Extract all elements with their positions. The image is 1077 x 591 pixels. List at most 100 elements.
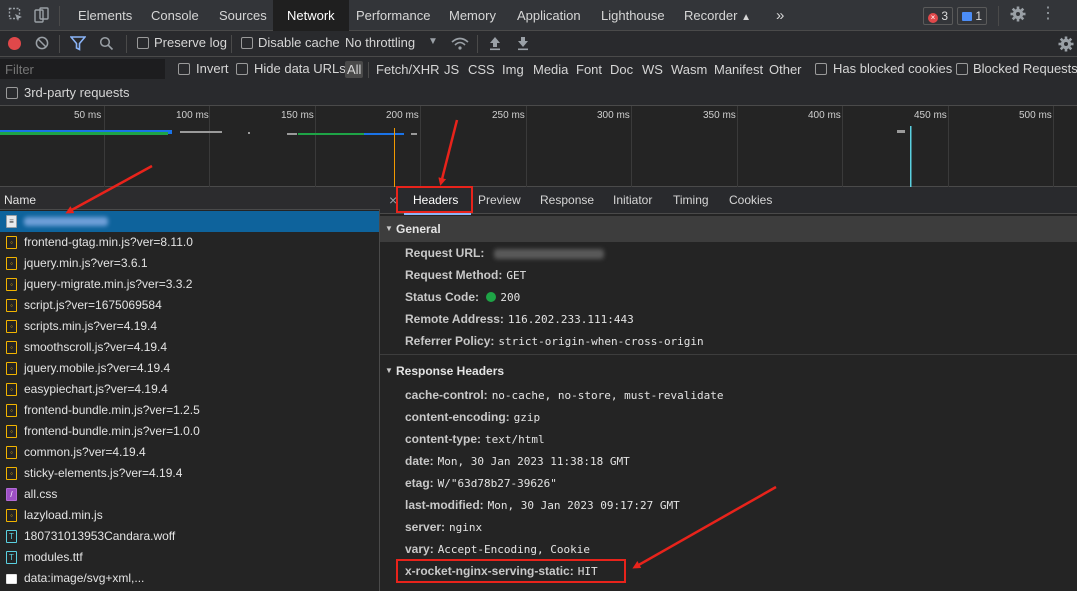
tab-recorder-label: Recorder (684, 8, 738, 23)
export-har-icon[interactable] (516, 36, 530, 54)
header-value: strict-origin-when-cross-origin (498, 335, 704, 348)
type-filter-manifest[interactable]: Manifest (712, 61, 765, 78)
hide-data-urls-checkbox[interactable] (236, 63, 248, 75)
request-row[interactable]: T 180731013953Candara.woff (0, 526, 379, 547)
type-filter-css[interactable]: CSS (466, 61, 497, 78)
js-file-icon: ◦ (6, 257, 17, 270)
header-key: etag: (405, 476, 434, 490)
blocked-requests-checkbox[interactable] (956, 63, 968, 75)
type-filter-fetch-xhr[interactable]: Fetch/XHR (374, 61, 442, 78)
general-section-header[interactable]: ▼ General (380, 216, 1077, 242)
disable-cache-checkbox[interactable] (241, 37, 253, 49)
header-value: text/html (485, 433, 545, 446)
header-key: date: (405, 454, 434, 468)
request-row[interactable]: ◦ scripts.min.js?ver=4.19.4 (0, 316, 379, 337)
tab-elements[interactable]: Elements (78, 0, 132, 31)
filter-input[interactable] (0, 59, 165, 79)
invert-label: Invert (196, 61, 229, 76)
record-button[interactable] (8, 37, 21, 50)
type-filter-js[interactable]: JS (442, 61, 461, 78)
request-row[interactable]: ◦ jquery.mobile.js?ver=4.19.4 (0, 358, 379, 379)
tab-recorder[interactable]: Recorder ▲ (684, 0, 751, 31)
css-file-icon: / (6, 488, 17, 501)
request-row[interactable]: ◦ frontend-gtag.min.js?ver=8.11.0 (0, 232, 379, 253)
network-overview-timeline[interactable]: 50 ms 100 ms 150 ms 200 ms 250 ms 300 ms… (0, 106, 1077, 187)
js-file-icon: ◦ (6, 404, 17, 417)
request-row[interactable]: ◦ smoothscroll.js?ver=4.19.4 (0, 337, 379, 358)
disable-cache-label: Disable cache (258, 35, 340, 50)
invert-checkbox[interactable] (178, 63, 190, 75)
request-name: scripts.min.js?ver=4.19.4 (24, 319, 158, 333)
response-header-row: last-modified: Mon, 30 Jan 2023 09:17:27 … (405, 498, 680, 512)
filter-funnel-icon[interactable] (69, 36, 87, 54)
tab-memory[interactable]: Memory (449, 0, 496, 31)
blocked-requests-label: Blocked Requests (973, 61, 1077, 76)
request-row[interactable]: Tmodules.ttf (0, 547, 379, 568)
response-headers-section-header[interactable]: ▼ Response Headers (380, 358, 1077, 384)
divider (998, 6, 999, 26)
request-row[interactable]: ◦ easypiechart.js?ver=4.19.4 (0, 379, 379, 400)
tab-cookies[interactable]: Cookies (729, 193, 772, 207)
type-filter-media[interactable]: Media (531, 61, 570, 78)
request-url-row: Request URL: (405, 246, 604, 260)
request-list: Name ≡ ◦ frontend-gtag.min.js?ver=8.11.0 ◦ j… (0, 187, 380, 591)
tab-network[interactable]: Network (273, 0, 349, 31)
tab-response[interactable]: Response (540, 193, 594, 207)
chevron-down-icon[interactable]: ▼ (428, 36, 438, 47)
device-toolbar-icon[interactable] (34, 7, 50, 26)
inspect-element-icon[interactable] (8, 7, 24, 26)
tab-sources[interactable]: Sources (219, 0, 267, 31)
network-conditions-wifi-icon[interactable] (451, 37, 469, 54)
request-row[interactable]: ◦ script.js?ver=1675069584 (0, 295, 379, 316)
response-header-row: content-encoding: gzip (405, 410, 540, 424)
name-column-header[interactable]: Name (0, 187, 380, 210)
request-row[interactable]: / all.css (0, 484, 379, 505)
request-details-panel: × Headers Preview Response Initiator Tim… (380, 187, 1077, 591)
request-name: 180731013953Candara.woff (24, 529, 176, 543)
request-row[interactable]: ◦ lazyload.min.js (0, 505, 379, 526)
settings-gear-icon[interactable] (1010, 6, 1026, 25)
tab-application[interactable]: Application (517, 0, 581, 31)
third-party-checkbox[interactable] (6, 87, 18, 99)
errors-badge[interactable]: × 3 (923, 7, 954, 25)
clear-icon[interactable] (35, 36, 49, 53)
request-name: common.js?ver=4.19.4 (24, 445, 146, 459)
request-row[interactable]: ◦ sticky-elements.js?ver=4.19.4 (0, 463, 379, 484)
type-filter-all[interactable]: All (345, 61, 364, 78)
tab-initiator[interactable]: Initiator (613, 193, 652, 207)
header-value: 116.202.233.111:443 (507, 313, 634, 326)
tab-lighthouse[interactable]: Lighthouse (601, 0, 665, 31)
request-row[interactable]: data:image/svg+xml,... (0, 568, 379, 589)
request-row[interactable]: ◦ common.js?ver=4.19.4 (0, 442, 379, 463)
throttling-select[interactable]: No throttling (345, 35, 415, 50)
more-tabs-button[interactable]: » (776, 0, 784, 31)
referrer-policy-row: Referrer Policy: strict-origin-when-cross… (405, 334, 704, 348)
type-filter-img[interactable]: Img (500, 61, 526, 78)
request-row[interactable]: ◦ jquery-migrate.min.js?ver=3.3.2 (0, 274, 379, 295)
type-filter-wasm[interactable]: Wasm (669, 61, 709, 78)
import-har-icon[interactable] (488, 36, 502, 54)
type-filter-other[interactable]: Other (767, 61, 804, 78)
request-row-selected[interactable]: ≡ (0, 211, 379, 232)
request-name: jquery.mobile.js?ver=4.19.4 (24, 361, 171, 375)
more-options-icon[interactable]: ⋮ (1040, 6, 1056, 22)
blocked-cookies-checkbox[interactable] (815, 63, 827, 75)
type-filter-doc[interactable]: Doc (608, 61, 635, 78)
request-row[interactable]: ◦ frontend-bundle.min.js?ver=1.0.0 (0, 421, 379, 442)
header-value: Accept-Encoding, Cookie (437, 543, 591, 556)
type-filter-font[interactable]: Font (574, 61, 604, 78)
request-row[interactable]: ◦ jquery.min.js?ver=3.6.1 (0, 253, 379, 274)
tab-console[interactable]: Console (151, 0, 199, 31)
tab-timing[interactable]: Timing (673, 193, 709, 207)
tab-preview[interactable]: Preview (478, 193, 521, 207)
search-icon[interactable] (99, 36, 114, 54)
headers-tab-highlight-box (396, 186, 473, 213)
messages-badge[interactable]: 1 (957, 7, 988, 25)
tab-performance[interactable]: Performance (356, 0, 430, 31)
response-header-row: cache-control: no-cache, no-store, must-r… (405, 388, 723, 402)
type-filter-ws[interactable]: WS (640, 61, 665, 78)
network-settings-gear-icon[interactable] (1058, 36, 1074, 55)
request-row[interactable]: ◦ frontend-bundle.min.js?ver=1.2.5 (0, 400, 379, 421)
header-value: nginx (449, 521, 483, 534)
preserve-log-checkbox[interactable] (137, 37, 149, 49)
